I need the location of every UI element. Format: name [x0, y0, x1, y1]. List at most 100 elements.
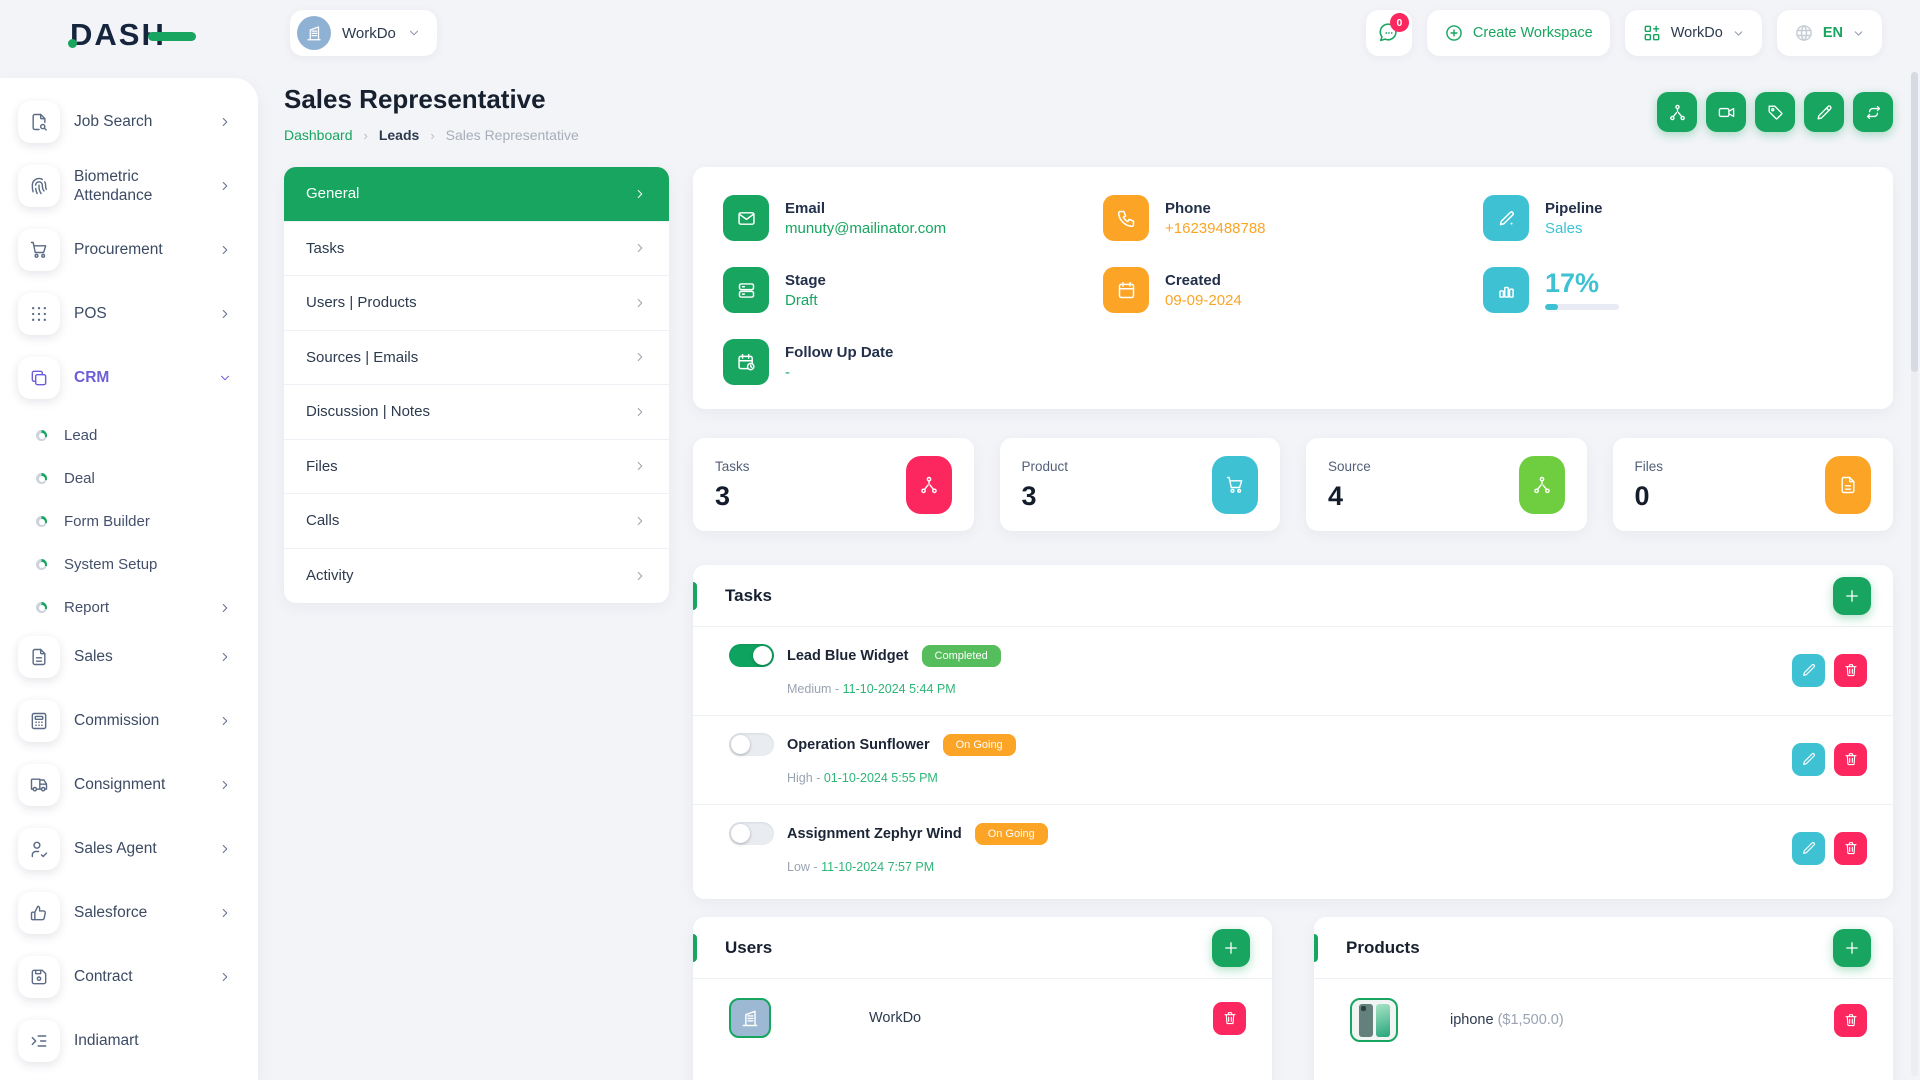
sidebar-item-crm[interactable]: CRM: [0, 350, 258, 406]
section-accent: [693, 582, 697, 610]
detail-menu-activity[interactable]: Activity: [284, 549, 669, 604]
pencil-icon: [1801, 751, 1817, 767]
delete-product-button[interactable]: [1834, 1004, 1867, 1037]
delete-task-button[interactable]: [1834, 654, 1867, 687]
sidebar-item-contract[interactable]: Contract: [0, 949, 258, 1005]
detail-menu-users-products[interactable]: Users | Products: [284, 276, 669, 331]
edit-action-button[interactable]: [1804, 92, 1844, 132]
convert-action-button[interactable]: [1853, 92, 1893, 132]
edit-task-button[interactable]: [1792, 743, 1825, 776]
chevron-right-icon: [633, 296, 647, 310]
scrollbar-track[interactable]: [1911, 72, 1918, 1076]
add-user-button[interactable]: [1212, 929, 1250, 967]
delete-task-button[interactable]: [1834, 832, 1867, 865]
task-toggle[interactable]: [729, 733, 774, 756]
chevron-right-icon: [218, 778, 232, 792]
edit-task-button[interactable]: [1792, 654, 1825, 687]
sidebar-item-salesforce[interactable]: Salesforce: [0, 885, 258, 941]
plus-icon: [1843, 587, 1861, 605]
scrollbar-thumb[interactable]: [1911, 72, 1918, 372]
chevron-right-icon: [218, 906, 232, 920]
detail-menu-general[interactable]: General: [284, 167, 669, 222]
sidebar-item-job-search[interactable]: Job Search: [0, 94, 258, 150]
section-accent: [1314, 934, 1318, 962]
language-label: EN: [1823, 25, 1843, 41]
workspace-switcher[interactable]: WorkDo: [290, 10, 437, 56]
task-toggle[interactable]: [729, 822, 774, 845]
create-workspace-button[interactable]: Create Workspace: [1427, 10, 1610, 56]
stat-card-files: Files0: [1613, 438, 1894, 531]
thumb-up-icon: [18, 892, 60, 934]
detail-menu-discussion-notes[interactable]: Discussion | Notes: [284, 385, 669, 440]
chevron-right-icon: [633, 241, 647, 255]
chevron-right-icon: [218, 115, 232, 129]
chevron-down-icon: [407, 26, 421, 40]
task-toggle[interactable]: [729, 644, 774, 667]
sidebar-item-system-setup[interactable]: System Setup: [0, 543, 258, 586]
chevron-right-icon: [633, 187, 647, 201]
chevron-right-icon: [218, 243, 232, 257]
user-name: WorkDo: [869, 1010, 1213, 1026]
chevron-right-icon: [633, 514, 647, 528]
messages-button[interactable]: 0: [1366, 10, 1412, 56]
trash-icon: [1843, 1012, 1859, 1028]
detail-menu-files[interactable]: Files: [284, 440, 669, 495]
chevron-right-icon: [633, 569, 647, 583]
detail-menu-tasks[interactable]: Tasks: [284, 222, 669, 277]
sidebar-item-biometric-attendance[interactable]: Biometric Attendance: [0, 158, 258, 214]
stat-card-tasks: Tasks3: [693, 438, 974, 531]
trash-icon: [1843, 840, 1859, 856]
building-icon: [740, 1008, 760, 1028]
add-product-button[interactable]: [1833, 929, 1871, 967]
sitemap-icon: [1668, 103, 1687, 122]
sidebar-item-sales-agent[interactable]: Sales Agent: [0, 821, 258, 877]
chevron-right-icon: [218, 179, 232, 193]
breadcrumb-leads[interactable]: Leads: [379, 127, 419, 143]
delete-task-button[interactable]: [1834, 743, 1867, 776]
sidebar-item-report[interactable]: Report: [0, 586, 258, 629]
topbar-actions: 0 Create Workspace WorkDo EN: [1366, 10, 1882, 56]
task-meta: Low - 11-10-2024 7:57 PM: [787, 860, 1048, 874]
chevron-right-icon: [218, 970, 232, 984]
sidebar-item-pos[interactable]: POS: [0, 286, 258, 342]
sidebar-item-deal[interactable]: Deal: [0, 457, 258, 500]
bullet-icon: [36, 430, 47, 441]
label-action-button[interactable]: [1755, 92, 1795, 132]
task-row: Lead Blue Widget Completed Medium - 11-1…: [693, 627, 1893, 716]
language-selector[interactable]: EN: [1777, 10, 1882, 56]
task-status-badge: Completed: [922, 645, 1001, 667]
breadcrumb-dashboard[interactable]: Dashboard: [284, 127, 353, 143]
sidebar-item-lead[interactable]: Lead: [0, 414, 258, 457]
trash-icon: [1843, 751, 1859, 767]
logo-dot: [68, 39, 77, 48]
truck-icon: [18, 764, 60, 806]
edit-task-button[interactable]: [1792, 832, 1825, 865]
sidebar-item-consignment[interactable]: Consignment: [0, 757, 258, 813]
sitemap-action-button[interactable]: [1657, 92, 1697, 132]
exchange-icon: [1864, 103, 1883, 122]
detail-menu-calls[interactable]: Calls: [284, 494, 669, 549]
sidebar-item-commission[interactable]: Commission: [0, 693, 258, 749]
detail-menu-sources-emails[interactable]: Sources | Emails: [284, 331, 669, 386]
add-task-button[interactable]: [1833, 577, 1871, 615]
sidebar-item-sales[interactable]: Sales: [0, 629, 258, 685]
delete-user-button[interactable]: [1213, 1002, 1246, 1035]
globe-icon: [1794, 23, 1814, 43]
info-created: Created09-09-2024: [1103, 267, 1483, 313]
app-window: DASH WorkDo 0 Create Workspace WorkD: [0, 0, 1920, 1080]
sidebar-item-indiamart[interactable]: Indiamart: [0, 1013, 258, 1069]
pencil-icon: [1815, 103, 1834, 122]
account-workspace-menu[interactable]: WorkDo: [1625, 10, 1762, 56]
server-icon: [723, 267, 769, 313]
sidebar-item-form-builder[interactable]: Form Builder: [0, 500, 258, 543]
floppy-icon: [18, 956, 60, 998]
chevron-right-icon: [633, 405, 647, 419]
video-call-action-button[interactable]: [1706, 92, 1746, 132]
pencil-icon: [1801, 840, 1817, 856]
calendar-clock-icon: [723, 339, 769, 385]
mail-icon: [723, 195, 769, 241]
tag-icon: [1766, 103, 1785, 122]
products-card: Products iphone ($1,500.0): [1314, 917, 1893, 1080]
plus-icon: [1222, 939, 1240, 957]
sidebar-item-procurement[interactable]: Procurement: [0, 222, 258, 278]
